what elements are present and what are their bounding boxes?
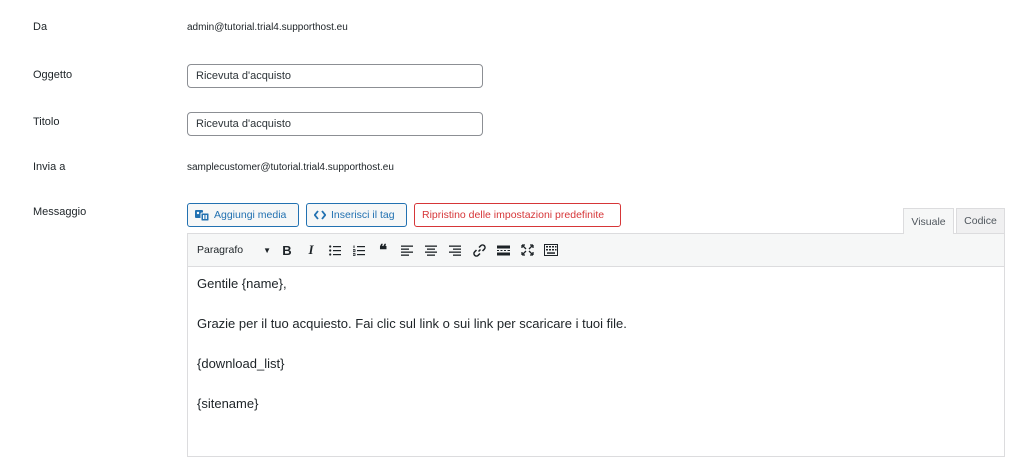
paragraph-format-select[interactable]: Paragrafo ▼ (194, 240, 274, 260)
title-input[interactable] (187, 112, 483, 136)
send-to-label: Invia a (33, 161, 66, 173)
align-center-icon[interactable] (420, 239, 442, 261)
from-label: Da (33, 21, 48, 33)
insert-tag-button[interactable]: Inserisci il tag (306, 203, 407, 227)
insert-tag-label: Inserisci il tag (331, 209, 395, 221)
align-left-icon[interactable] (396, 239, 418, 261)
link-icon[interactable] (468, 239, 490, 261)
read-more-icon[interactable] (492, 239, 514, 261)
send-to-value: samplecustomer@tutorial.trial4.supportho… (187, 162, 394, 173)
editor-line-body: Grazie per il tuo acquiesto. Fai clic su… (197, 316, 627, 331)
fullscreen-icon[interactable] (516, 239, 538, 261)
bullet-list-icon[interactable] (324, 239, 346, 261)
add-media-button[interactable]: Aggiungi media (187, 203, 299, 227)
italic-button[interactable]: I (300, 239, 322, 261)
editor-line-sitename: {sitename} (197, 396, 259, 411)
numbered-list-icon[interactable] (348, 239, 370, 261)
blockquote-icon[interactable]: ❝ (372, 239, 394, 261)
add-media-label: Aggiungi media (214, 209, 287, 221)
editor-line-download-list: {download_list} (197, 356, 285, 371)
chevron-down-icon: ▼ (263, 245, 271, 255)
message-editor[interactable]: Gentile {name}, Grazie per il tuo acquie… (187, 267, 1005, 457)
subject-input[interactable] (187, 64, 483, 88)
toolbar-toggle-icon[interactable] (540, 239, 562, 261)
code-brackets-icon (314, 210, 326, 220)
bold-button[interactable]: B (276, 239, 298, 261)
editor-toolbar: Paragrafo ▼ B I ❝ (187, 233, 1005, 267)
message-label: Messaggio (33, 206, 87, 218)
reset-defaults-button[interactable]: Ripristino delle impostazioni predefinit… (414, 203, 621, 227)
media-icon (195, 209, 209, 221)
tab-visual[interactable]: Visuale (903, 208, 954, 234)
subject-label: Oggetto (33, 69, 73, 81)
align-right-icon[interactable] (444, 239, 466, 261)
format-select-label: Paragrafo (197, 244, 244, 256)
title-label: Titolo (33, 116, 60, 128)
tab-code[interactable]: Codice (956, 208, 1005, 233)
editor-line-greeting: Gentile {name}, (197, 276, 287, 291)
from-value: admin@tutorial.trial4.supporthost.eu (187, 22, 348, 33)
